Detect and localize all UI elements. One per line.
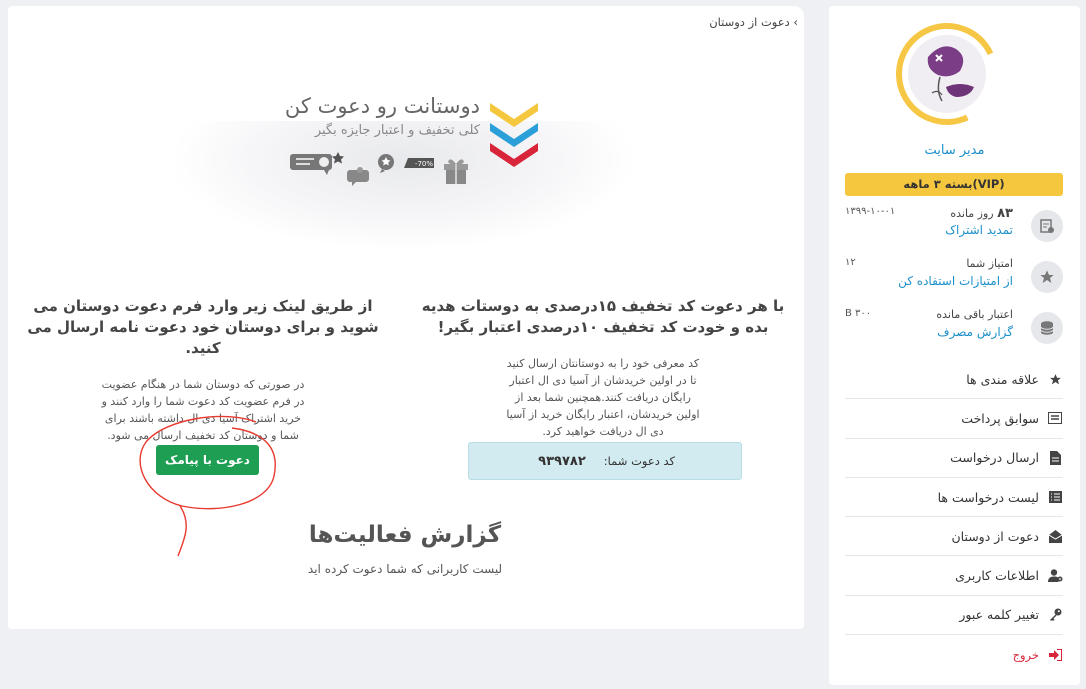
list-icon: [1047, 490, 1063, 504]
sidebar-item-label: سوابق پرداخت: [961, 410, 1039, 426]
tab-label: دعوت از دوستان: [709, 15, 790, 29]
discount-tag-icon: -70%: [404, 158, 434, 168]
hero-subtitle: کلی تخفیف و اعتبار جایزه بگیر: [314, 123, 480, 138]
sidebar-item-logout[interactable]: خروج: [845, 635, 1063, 674]
referral-code-section: با هر دعوت کد تخفیف ۱۵درصدی به دوستات هد…: [420, 296, 786, 440]
sidebar-menu: علاقه مندی ها سوابق پرداخت ارسال درخواست…: [845, 360, 1063, 674]
referral-description: کد معرفی خود را به دوستانتان ارسال کنید …: [506, 357, 700, 438]
hero-decoration: -70%: [280, 150, 480, 190]
days-remaining-stat: ۸۳ روز مانده تمدید اشتراک ۱۳۹۹-۱۰-۰۱: [845, 206, 1063, 246]
tab-invite-friends[interactable]: › دعوت از دوستان: [690, 11, 798, 33]
sidebar-item-label: اطلاعات کاربری: [955, 568, 1039, 584]
sidebar-item-label: دعوت از دوستان: [951, 528, 1039, 544]
points-stat: امتیاز شما از امتیازات استفاده کن ۱۲: [845, 257, 1063, 297]
chat-card-icon: [290, 152, 344, 175]
credit-value: B ۳۰۰: [845, 308, 872, 319]
key-icon: [1047, 608, 1063, 622]
user-cog-icon: [1047, 569, 1063, 583]
envelope-open-icon: [1047, 529, 1063, 543]
usage-report-link[interactable]: گزارش مصرف: [937, 325, 1013, 339]
sidebar-item-invite-friends[interactable]: دعوت از دوستان: [845, 517, 1063, 557]
receipt-icon: [1047, 411, 1063, 425]
chevron-right-icon: ›: [793, 15, 798, 29]
sidebar-item-label: لیست درخواست ها: [937, 489, 1039, 505]
sidebar-item-label: ارسال درخواست: [950, 450, 1039, 466]
star-bubble-icon: [378, 154, 394, 173]
sms-invite-description: در صورتی که دوستان شما در هنگام عضویت در…: [101, 378, 305, 442]
star-icon: [1031, 261, 1063, 293]
hero-title: دوستانت رو دعوت کن: [284, 94, 480, 118]
user-name[interactable]: مدیر سایت: [829, 143, 1080, 158]
points-label: امتیاز شما: [966, 257, 1013, 270]
sms-invite-button[interactable]: دعوت با پیامک: [156, 445, 259, 475]
avatar[interactable]: [881, 8, 1013, 140]
days-remaining-number: ۸۳: [997, 206, 1013, 221]
sidebar-item-label: خروج: [1012, 647, 1039, 662]
sms-invite-section: از طریق لینک زیر وارد فرم دعوت دوستان می…: [15, 296, 391, 444]
points-value: ۱۲: [845, 257, 856, 268]
credit-stat: اعتبار باقی مانده گزارش مصرف B ۳۰۰: [845, 308, 1063, 348]
credit-label: اعتبار باقی مانده: [936, 308, 1013, 321]
days-remaining-label: روز مانده: [950, 207, 994, 220]
activity-report-subtitle: لیست کاربرانی که شما دعوت کرده اید: [307, 562, 503, 576]
invite-code-label: کد دعوت شما:: [603, 454, 675, 468]
vip-package-badge: بسته ۳ ماهه(VIP): [845, 173, 1063, 196]
avatar-image: [908, 35, 986, 113]
document-icon: [1047, 450, 1063, 465]
invite-logo-icon: [486, 99, 542, 175]
use-points-link[interactable]: از امتیازات استفاده کن: [898, 274, 1013, 288]
sign-out-icon: [1047, 648, 1063, 662]
expiry-date: ۱۳۹۹-۱۰-۰۱: [845, 206, 896, 217]
activity-report-title: گزارش فعالیت‌ها: [308, 522, 502, 548]
referral-title: با هر دعوت کد تخفیف ۱۵درصدی به دوستات هد…: [421, 297, 785, 336]
calendar-check-icon: [1031, 210, 1063, 242]
sidebar-item-label: تغییر کلمه عبور: [959, 607, 1039, 623]
sms-invite-title: از طریق لینک زیر وارد فرم دعوت دوستان می…: [27, 297, 379, 357]
sidebar-item-request-list[interactable]: لیست درخواست ها: [845, 478, 1063, 518]
sidebar-item-favorites[interactable]: علاقه مندی ها: [845, 360, 1063, 400]
sidebar-item-send-request[interactable]: ارسال درخواست: [845, 439, 1063, 478]
renew-subscription-link[interactable]: تمدید اشتراک: [945, 223, 1013, 237]
star-icon: [1047, 372, 1063, 386]
gift-icon: [444, 159, 468, 184]
chat-bubbles-icon: [347, 167, 369, 186]
sidebar-item-payment-history[interactable]: سوابق پرداخت: [845, 399, 1063, 439]
sidebar-item-change-password[interactable]: تغییر کلمه عبور: [845, 596, 1063, 636]
sidebar-item-label: علاقه مندی ها: [966, 371, 1039, 387]
invite-code-box[interactable]: کد دعوت شما: ۹۳۹۷۸۲: [468, 442, 742, 480]
invite-code-value[interactable]: ۹۳۹۷۸۲: [538, 454, 586, 469]
user-sidebar: مدیر سایت بسته ۳ ماهه(VIP) ۸۳ روز مانده …: [829, 6, 1080, 685]
database-icon: [1031, 312, 1063, 344]
sidebar-item-user-info[interactable]: اطلاعات کاربری: [845, 556, 1063, 596]
discount-badge-text: -70%: [415, 160, 433, 168]
